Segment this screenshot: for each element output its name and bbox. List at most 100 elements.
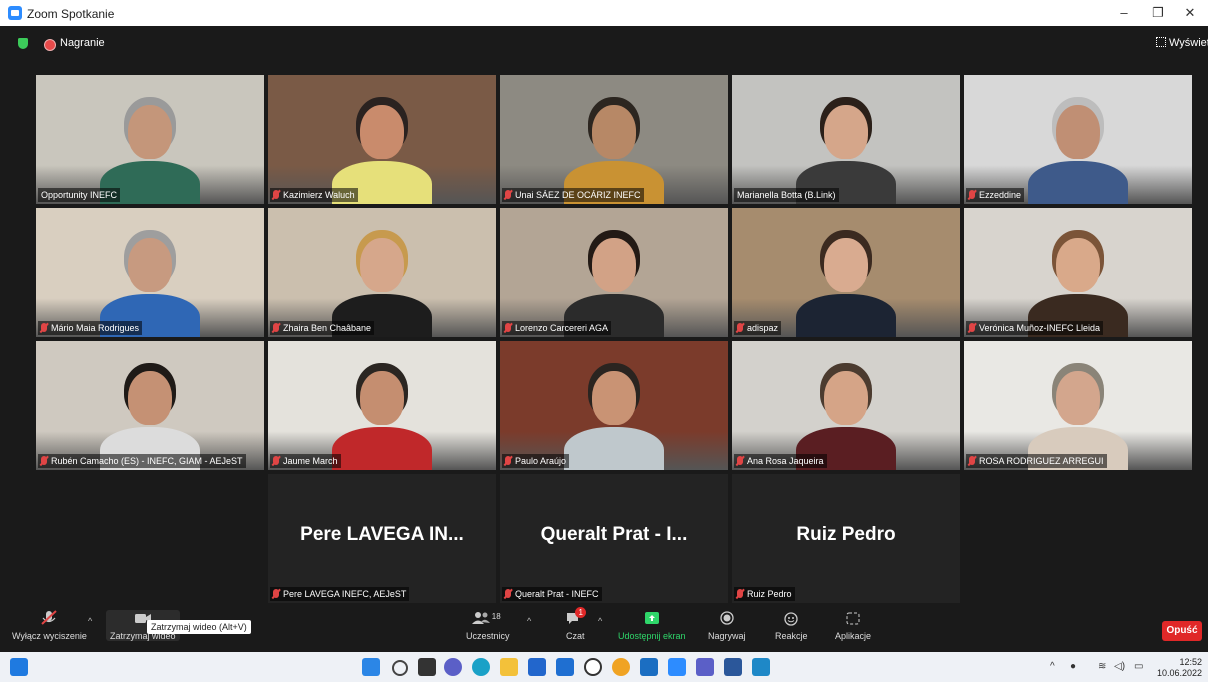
participant-video-tile[interactable]: Mário Maia Rodrigues <box>36 208 264 337</box>
wifi-icon[interactable]: ≋ <box>1098 661 1106 672</box>
meeting-topbar: Nagranie Wyświetl <box>0 26 1208 58</box>
participant-name: Lorenzo Carcereri AGA <box>515 323 609 333</box>
participant-video-tile[interactable]: Unai SÁEZ DE OCÁRIZ INEFC <box>500 75 728 204</box>
participant-face <box>1056 238 1100 292</box>
edge-icon[interactable] <box>472 658 490 676</box>
mic-muted-icon <box>273 323 279 332</box>
participant-name-label: Verónica Muñoz-INEFC Lleida <box>966 321 1104 335</box>
zoom-taskbar-icon[interactable] <box>668 658 686 676</box>
mic-muted-icon <box>273 589 279 598</box>
participant-name: Jaume March <box>283 456 338 466</box>
start-icon[interactable] <box>362 658 380 676</box>
participant-video-tile[interactable]: Lorenzo Carcereri AGA <box>500 208 728 337</box>
participant-video-tile[interactable]: Zhaira Ben Chaâbane <box>268 208 496 337</box>
participant-video-tile[interactable]: Ezzeddine <box>964 75 1192 204</box>
tray-chevron-icon[interactable]: ^ <box>1050 661 1055 672</box>
word-icon[interactable] <box>724 658 742 676</box>
chat-button[interactable]: 1 Czat <box>566 607 587 641</box>
grid-icon <box>1156 37 1166 47</box>
participant-name: Queralt Prat - INEFC <box>515 589 599 599</box>
store-icon[interactable] <box>528 658 546 676</box>
window-titlebar: Zoom Spotkanie – ❐ ✕ <box>0 0 1208 26</box>
participant-name-tile[interactable]: Pere LAVEGA IN... Pere LAVEGA INEFC, AEJe… <box>268 474 496 603</box>
participant-face <box>128 371 172 425</box>
participant-name: ROSA RODRIGUEZ ARREGUI <box>979 456 1104 466</box>
dell-icon[interactable] <box>584 658 602 676</box>
participant-face <box>592 238 636 292</box>
participant-name-label: Unai SÁEZ DE OCÁRIZ INEFC <box>502 188 644 202</box>
participant-name: Pere LAVEGA INEFC, AEJeST <box>283 589 407 599</box>
mic-muted-icon <box>273 456 279 465</box>
battery-icon[interactable]: ▭ <box>1134 661 1143 672</box>
participant-video-tile[interactable]: Opportunity INEFC <box>36 75 264 204</box>
chat-app-icon[interactable] <box>444 658 462 676</box>
participant-face <box>360 371 404 425</box>
participant-name-label: Opportunity INEFC <box>38 188 121 202</box>
participant-video-tile[interactable]: Kazimierz Waluch <box>268 75 496 204</box>
participant-name: adispaz <box>747 323 779 333</box>
participant-name-tile[interactable]: Queralt Prat - I... Queralt Prat - INEFC <box>500 474 728 603</box>
view-label: Wyświetl <box>1169 37 1208 49</box>
audio-options-caret[interactable]: ^ <box>88 616 92 626</box>
participant-video-tile[interactable]: adispaz <box>732 208 960 337</box>
participant-video-tile[interactable]: Jaume March <box>268 341 496 470</box>
share-screen-button[interactable]: Udostępnij ekran <box>618 610 686 641</box>
outlook-icon[interactable] <box>640 658 658 676</box>
smiley-icon <box>782 610 800 626</box>
participant-name-tile[interactable]: Ruiz Pedro Ruiz Pedro <box>732 474 960 603</box>
participant-name-label: Rubén Camacho (ES) - INEFC, GIAM - AEJeS… <box>38 454 246 468</box>
close-button[interactable]: ✕ <box>1176 4 1204 22</box>
participant-name: Opportunity INEFC <box>41 190 118 200</box>
taskbar-clock[interactable]: 12:52 10.06.2022 <box>1157 657 1202 679</box>
participant-video-tile[interactable]: Marianella Botta (B.Link) <box>732 75 960 204</box>
volume-icon[interactable]: ◁) <box>1114 661 1125 672</box>
reactions-button[interactable]: Reakcje <box>775 610 808 641</box>
unmute-button[interactable]: Wyłącz wyciszenie <box>12 610 87 641</box>
participant-face <box>592 105 636 159</box>
participants-button[interactable]: 18 Uczestnicy <box>466 610 510 641</box>
mic-muted-icon <box>737 456 743 465</box>
participant-name-label: Queralt Prat - INEFC <box>502 587 602 601</box>
record-icon <box>718 610 736 626</box>
participant-face <box>592 371 636 425</box>
view-button[interactable]: Wyświetl <box>1156 37 1208 49</box>
shield-icon[interactable] <box>18 38 28 49</box>
mail-icon[interactable] <box>556 658 574 676</box>
record-button[interactable]: Nagrywaj <box>708 610 746 641</box>
recording-icon <box>44 39 56 51</box>
restore-button[interactable]: ❐ <box>1144 4 1172 22</box>
chat-icon: 1 <box>566 607 587 626</box>
teams-icon[interactable] <box>696 658 714 676</box>
recording-label: Nagranie <box>60 37 105 49</box>
task-manager-icon[interactable] <box>418 658 436 676</box>
participant-name-label: Zhaira Ben Chaâbane <box>270 321 375 335</box>
participant-video-tile[interactable]: Verónica Muñoz-INEFC Lleida <box>964 208 1192 337</box>
microphone-tray-icon[interactable]: ● <box>1070 661 1076 672</box>
participant-video-tile[interactable]: Paulo Araújo <box>500 341 728 470</box>
participant-name: Mário Maia Rodrigues <box>51 323 140 333</box>
apps-button[interactable]: Aplikacje <box>835 610 871 641</box>
media-player-icon[interactable] <box>752 658 770 676</box>
mic-muted-icon <box>273 190 279 199</box>
participant-name: Verónica Muñoz-INEFC Lleida <box>979 323 1101 333</box>
mic-muted-icon <box>737 323 743 332</box>
task-view-icon[interactable] <box>10 658 28 676</box>
file-explorer-icon[interactable] <box>500 658 518 676</box>
participant-name-label: ROSA RODRIGUEZ ARREGUI <box>966 454 1107 468</box>
apps-label: Aplikacje <box>835 631 872 641</box>
minimize-button[interactable]: – <box>1110 4 1138 22</box>
chat-caret[interactable]: ^ <box>598 616 602 626</box>
chat-label: Czat <box>566 631 585 641</box>
share-screen-icon <box>643 610 661 626</box>
leave-button[interactable]: Opuść <box>1162 621 1202 641</box>
mic-muted-icon <box>969 323 975 332</box>
chrome-icon[interactable] <box>612 658 630 676</box>
participant-video-tile[interactable]: Rubén Camacho (ES) - INEFC, GIAM - AEJeS… <box>36 341 264 470</box>
participant-name-label: Ezzeddine <box>966 188 1025 202</box>
mic-muted-icon <box>969 190 975 199</box>
participant-video-tile[interactable]: Ana Rosa Jaqueira <box>732 341 960 470</box>
participants-caret[interactable]: ^ <box>527 616 531 626</box>
participant-video-tile[interactable]: ROSA RODRIGUEZ ARREGUI <box>964 341 1192 470</box>
search-icon[interactable] <box>392 660 408 676</box>
participant-face <box>360 238 404 292</box>
